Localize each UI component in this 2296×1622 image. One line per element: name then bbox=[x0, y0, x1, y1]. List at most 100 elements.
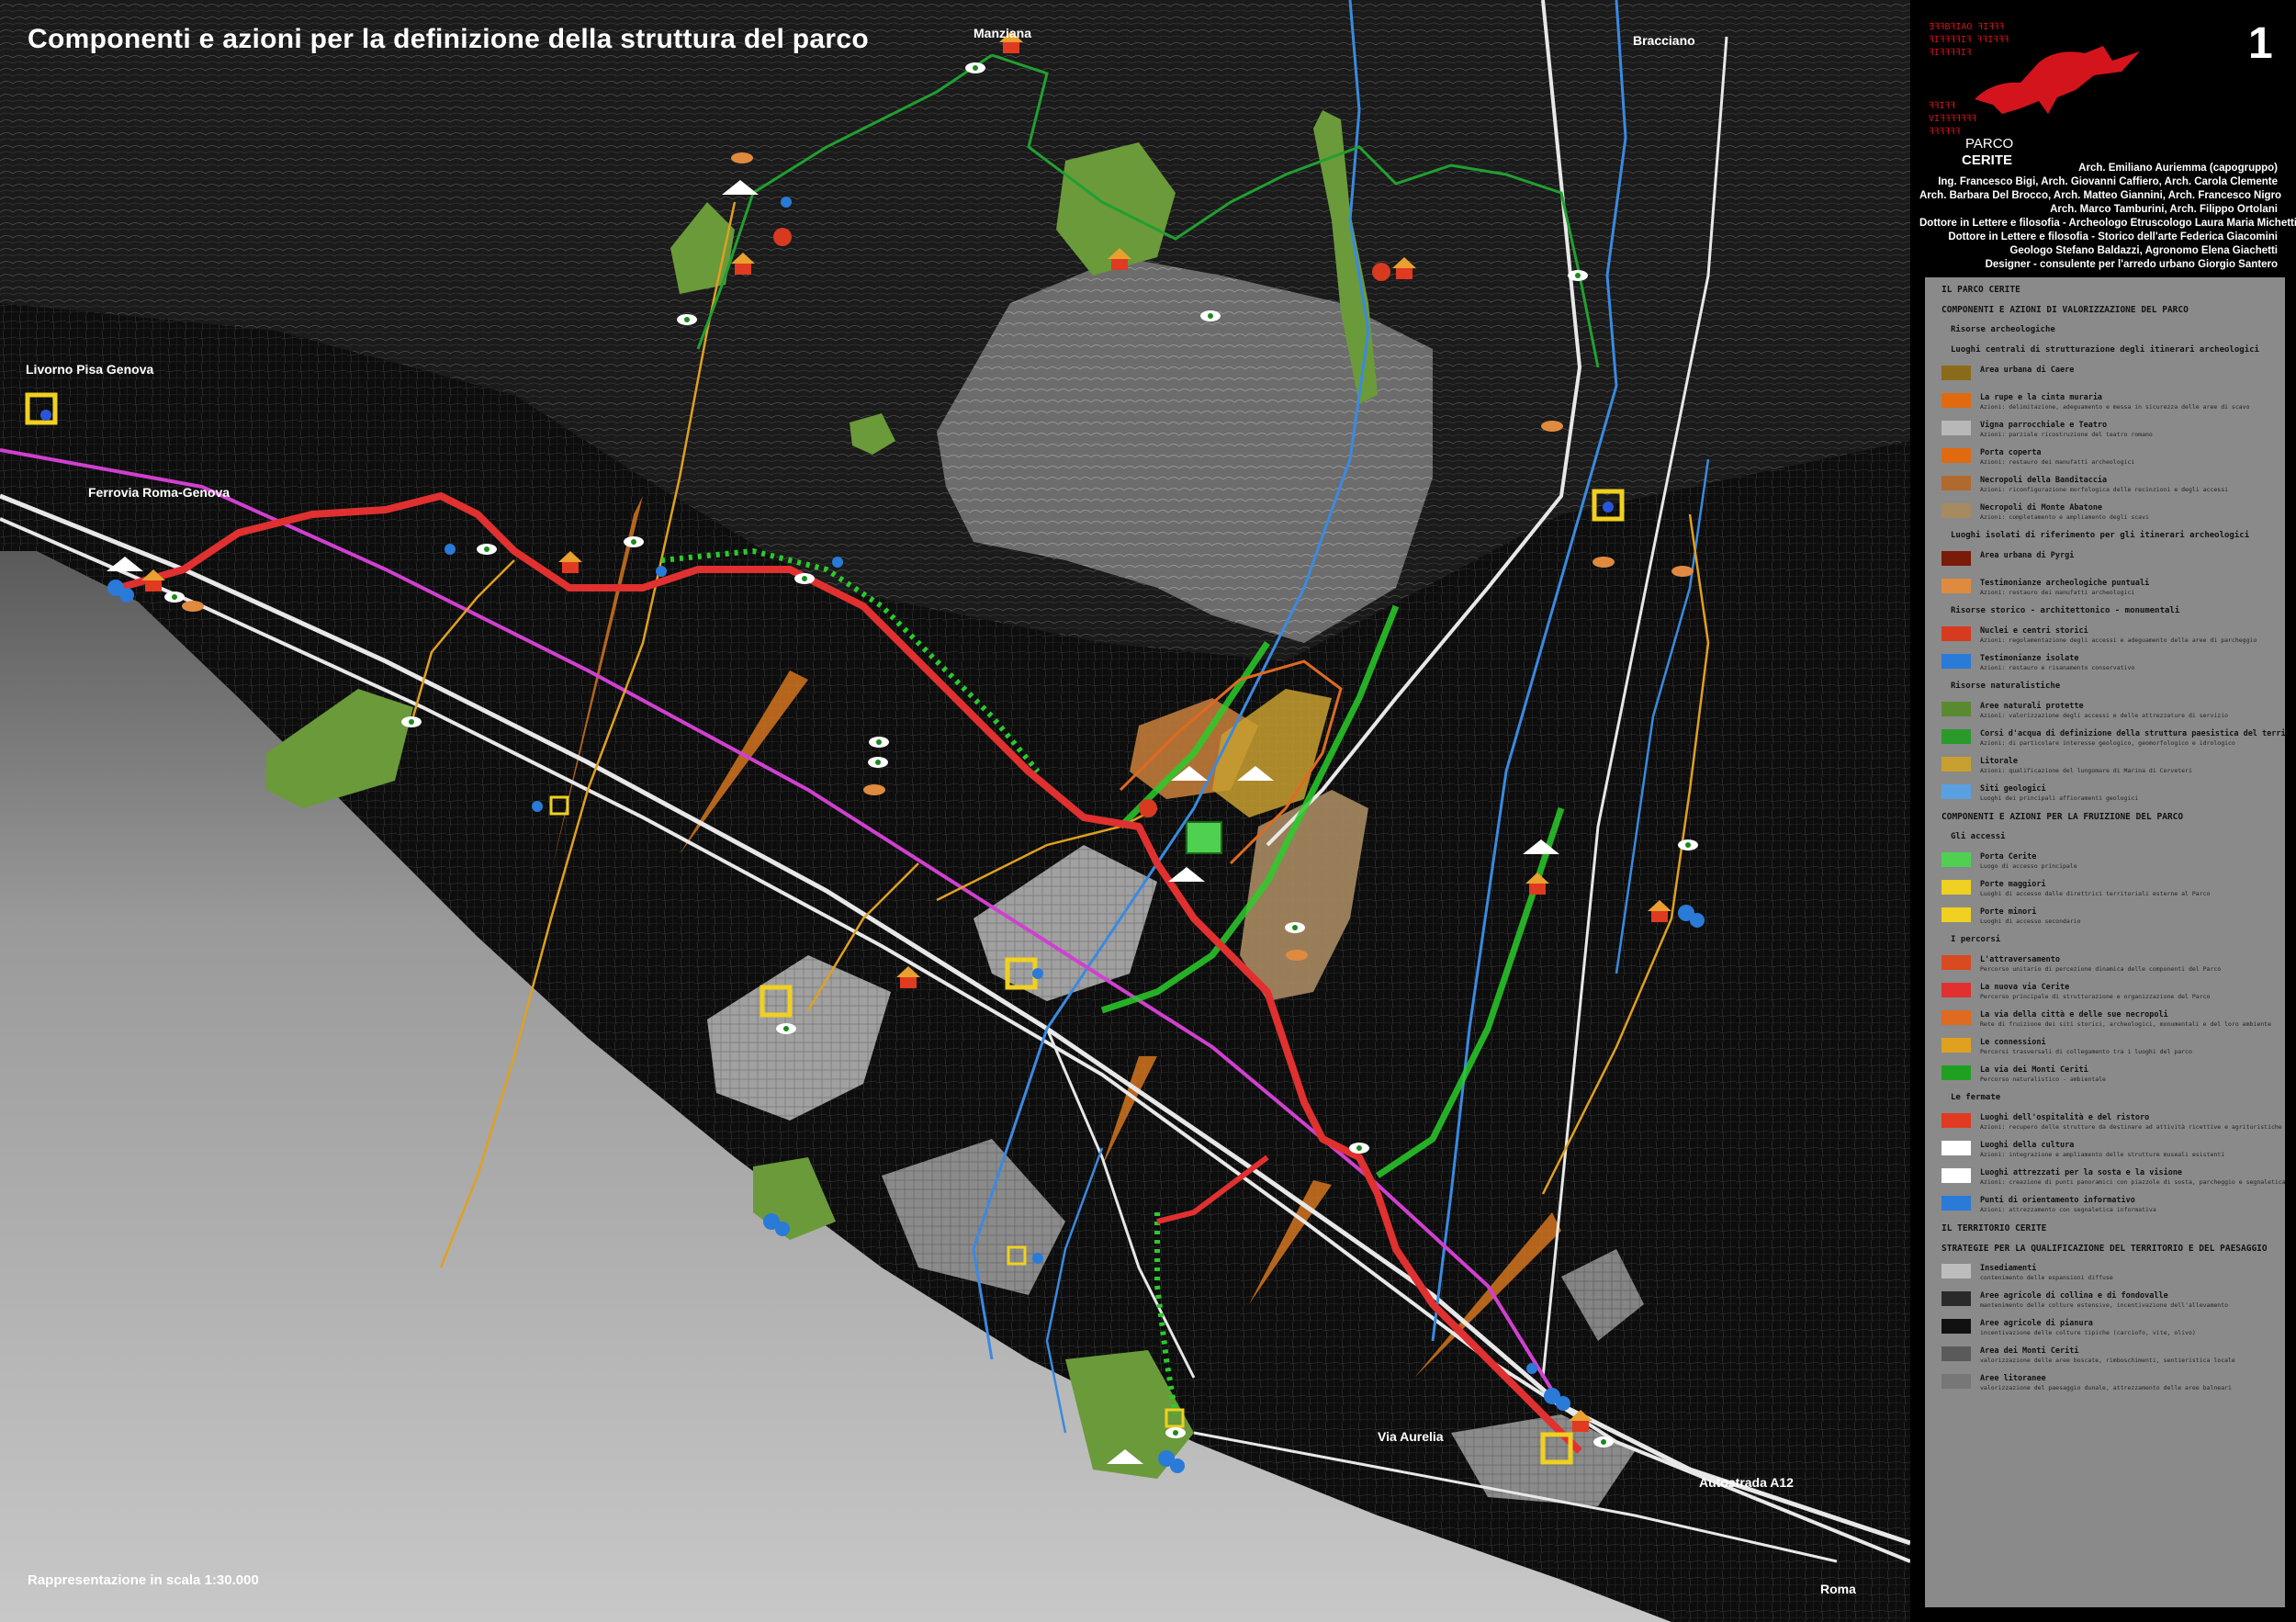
viewpoint-icon bbox=[776, 1023, 796, 1034]
legend-panel: IL PARCO CERITE COMPONENTI E AZIONI DI VA… bbox=[1925, 277, 2285, 1607]
viewpoint-icon bbox=[1285, 922, 1305, 933]
legend-swatch bbox=[1941, 784, 1971, 799]
legend-item-label: Insediamenti bbox=[1980, 1264, 2037, 1273]
info-point-icon bbox=[445, 544, 456, 555]
legend-swatch bbox=[1941, 476, 1971, 490]
legend-item-desc: contenimento delle espansioni diffuse bbox=[1980, 1274, 2113, 1281]
archaeology-point-icon bbox=[863, 784, 885, 795]
legend-swatch bbox=[1941, 880, 1971, 895]
legend-item-label: Corsi d'acqua di definizione della strut… bbox=[1980, 729, 2285, 738]
archaeology-point-icon bbox=[1671, 566, 1694, 577]
info-point-icon bbox=[532, 801, 543, 812]
legend-item-label: Luoghi della cultura bbox=[1980, 1141, 2075, 1150]
place-label-ferrovia: Ferrovia Roma-Genova bbox=[88, 485, 231, 500]
legend-item-desc: Percorso naturalistico - ambientale bbox=[1980, 1076, 2106, 1083]
legend-item-label: Litorale bbox=[1980, 757, 2018, 766]
legend-swatch bbox=[1941, 448, 1971, 463]
legend-item-label: Area dei Monti Ceriti bbox=[1980, 1346, 2079, 1356]
legend-swatch bbox=[1941, 1319, 1971, 1334]
legend-swatch bbox=[1941, 551, 1971, 566]
archaeology-point-icon bbox=[1541, 421, 1563, 432]
legend-swatch bbox=[1941, 907, 1971, 922]
legend-item-label: L'attraversamento bbox=[1980, 955, 2060, 964]
legend-item-label: La via dei Monti Ceriti bbox=[1980, 1065, 2088, 1075]
legend-heading: STRATEGIE PER LA QUALIFICAZIONE DEL TERR… bbox=[1941, 1244, 2268, 1254]
legend-item-desc: Percorso principale di strutturazione e … bbox=[1980, 993, 2211, 1000]
legend-swatch bbox=[1941, 1196, 1971, 1211]
credit-line: Geologo Stefano Baldazzi, Agronomo Elena… bbox=[2009, 245, 2278, 256]
porta-cerite bbox=[1186, 821, 1222, 854]
viewpoint-icon bbox=[1678, 839, 1698, 850]
legend-item-label: Le connessioni bbox=[1980, 1038, 2046, 1047]
viewpoint-icon bbox=[868, 757, 888, 768]
credit-line: Dottore in Lettere e filosofia - Archeol… bbox=[1919, 218, 2296, 229]
legend-swatch bbox=[1941, 1374, 1971, 1389]
logo-text: ꟻꟻꟻꟻꟻꟻ bbox=[1929, 127, 1961, 137]
historic-centre-icon bbox=[1139, 799, 1157, 817]
place-label-livorno: Livorno Pisa Genova bbox=[26, 362, 154, 377]
legend-swatch bbox=[1941, 654, 1971, 669]
viewpoint-icon bbox=[869, 737, 889, 748]
credits-block: Arch. Emiliano Auriemma (capogruppo) Ing… bbox=[1919, 162, 2296, 272]
place-label-bracciano: Bracciano bbox=[1633, 33, 1695, 48]
legend-swatch bbox=[1941, 366, 1971, 380]
info-point-icon bbox=[1526, 1363, 1537, 1374]
legend-item-desc: incentivazione delle colture tipiche (ca… bbox=[1980, 1329, 2196, 1336]
legend-item-label: Vigna parrocchiale e Teatro bbox=[1980, 421, 2108, 430]
legend-item-desc: Percorsi trasversali di collegamento tra… bbox=[1980, 1048, 2192, 1055]
info-point-icon bbox=[832, 557, 843, 568]
legend-swatch bbox=[1941, 1141, 1971, 1155]
info-point-icon bbox=[1032, 1253, 1043, 1264]
legend-swatch bbox=[1941, 1065, 1971, 1080]
legend-swatch bbox=[1941, 983, 1971, 997]
legend-item-desc: Percorso unitario di percezione dinamica… bbox=[1980, 965, 2222, 973]
viewpoint-icon bbox=[794, 573, 815, 584]
legend-item-desc: Rete di fruizione dei siti storici, arch… bbox=[1980, 1020, 2271, 1028]
place-label-aurelia: Via Aurelia bbox=[1378, 1429, 1444, 1444]
legend-item-label: Aree litoranee bbox=[1980, 1374, 2046, 1383]
legend-item-desc: Luoghi dei principali affioramenti geolo… bbox=[1980, 794, 2139, 802]
legend-swatch bbox=[1941, 626, 1971, 641]
legend-swatch bbox=[1941, 393, 1971, 408]
legend-item-desc: valorizzazione del paesaggio dunale, att… bbox=[1980, 1384, 2232, 1391]
legend-item-desc: Azioni: restauro dei manufatti archeolog… bbox=[1980, 589, 2135, 596]
legend-item-desc: Luoghi di accesso secondario bbox=[1980, 918, 2081, 925]
legend-item-desc: Azioni: recupero delle strutture da dest… bbox=[1980, 1123, 2282, 1131]
legend-swatch bbox=[1941, 1010, 1971, 1025]
legend-swatch bbox=[1941, 702, 1971, 716]
viewpoint-icon bbox=[1165, 1427, 1186, 1438]
credit-line: Dottore in Lettere e filosofia - Storico… bbox=[1948, 231, 2278, 242]
credit-line: Ing. Francesco Bigi, Arch. Giovanni Caff… bbox=[1938, 176, 2278, 187]
legend-item-desc: Azioni: restauro dei manufatti archeolog… bbox=[1980, 458, 2135, 466]
legend-item-label: La rupe e la cinta muraria bbox=[1980, 393, 2103, 402]
legend-swatch bbox=[1941, 503, 1971, 518]
legend-swatch bbox=[1941, 579, 1971, 593]
legend-item-desc: Azioni: restauro e risanamento conservat… bbox=[1980, 664, 2135, 671]
park-map bbox=[0, 0, 1910, 1622]
legend-item-label: Porta Cerite bbox=[1980, 852, 2037, 862]
archaeology-point-icon bbox=[1593, 557, 1615, 568]
viewpoint-icon bbox=[1568, 270, 1588, 281]
archaeology-point-icon bbox=[731, 152, 753, 163]
parco-cerite-logo: ƎꟻꟻBꟻIAO ꟻIꟻꟻꟻ ꟻIꟻꟻꟻꟻIꟻ ꟻꟻIꟻꟻꟻ ꟻIꟻꟻꟻꟻIꟻ … bbox=[1929, 20, 2167, 158]
legend-item-label: Aree agricole di pianura bbox=[1980, 1319, 2093, 1328]
place-label-manziana: Manziana bbox=[974, 26, 1032, 40]
legend-subheading: Risorse naturalistiche bbox=[1951, 681, 2061, 691]
legend-swatch bbox=[1941, 729, 1971, 744]
legend-swatch bbox=[1941, 852, 1971, 867]
legend-item-label: Porte maggiori bbox=[1980, 880, 2046, 889]
credit-line: Arch. Marco Tamburini, Arch. Filippo Ort… bbox=[2050, 204, 2278, 215]
legend-item-desc: valorizzazione delle aree boscate, rimbo… bbox=[1980, 1357, 2235, 1364]
historic-centre-icon bbox=[1372, 263, 1390, 281]
legend-item-label: Aree agricole di collina e di fondovalle bbox=[1980, 1291, 2168, 1301]
legend-item-label: Area urbana di Caere bbox=[1980, 366, 2075, 375]
logo-parco: PARCO bbox=[1965, 136, 2014, 152]
legend-swatch bbox=[1941, 1264, 1971, 1278]
info-point-icon bbox=[781, 197, 792, 208]
legend-item-label: Luoghi dell'ospitalità e del ristoro bbox=[1980, 1113, 2150, 1122]
credit-line: Arch. Barbara Del Brocco, Arch. Matteo G… bbox=[1919, 190, 2282, 201]
legend-swatch bbox=[1941, 421, 1971, 435]
legend-subheading: Risorse archeologiche bbox=[1951, 325, 2055, 334]
legend-item-desc: Luoghi di accesso dalle direttrici terri… bbox=[1980, 890, 2211, 897]
legend-item-label: Punti di orientamento informativo bbox=[1980, 1196, 2135, 1205]
